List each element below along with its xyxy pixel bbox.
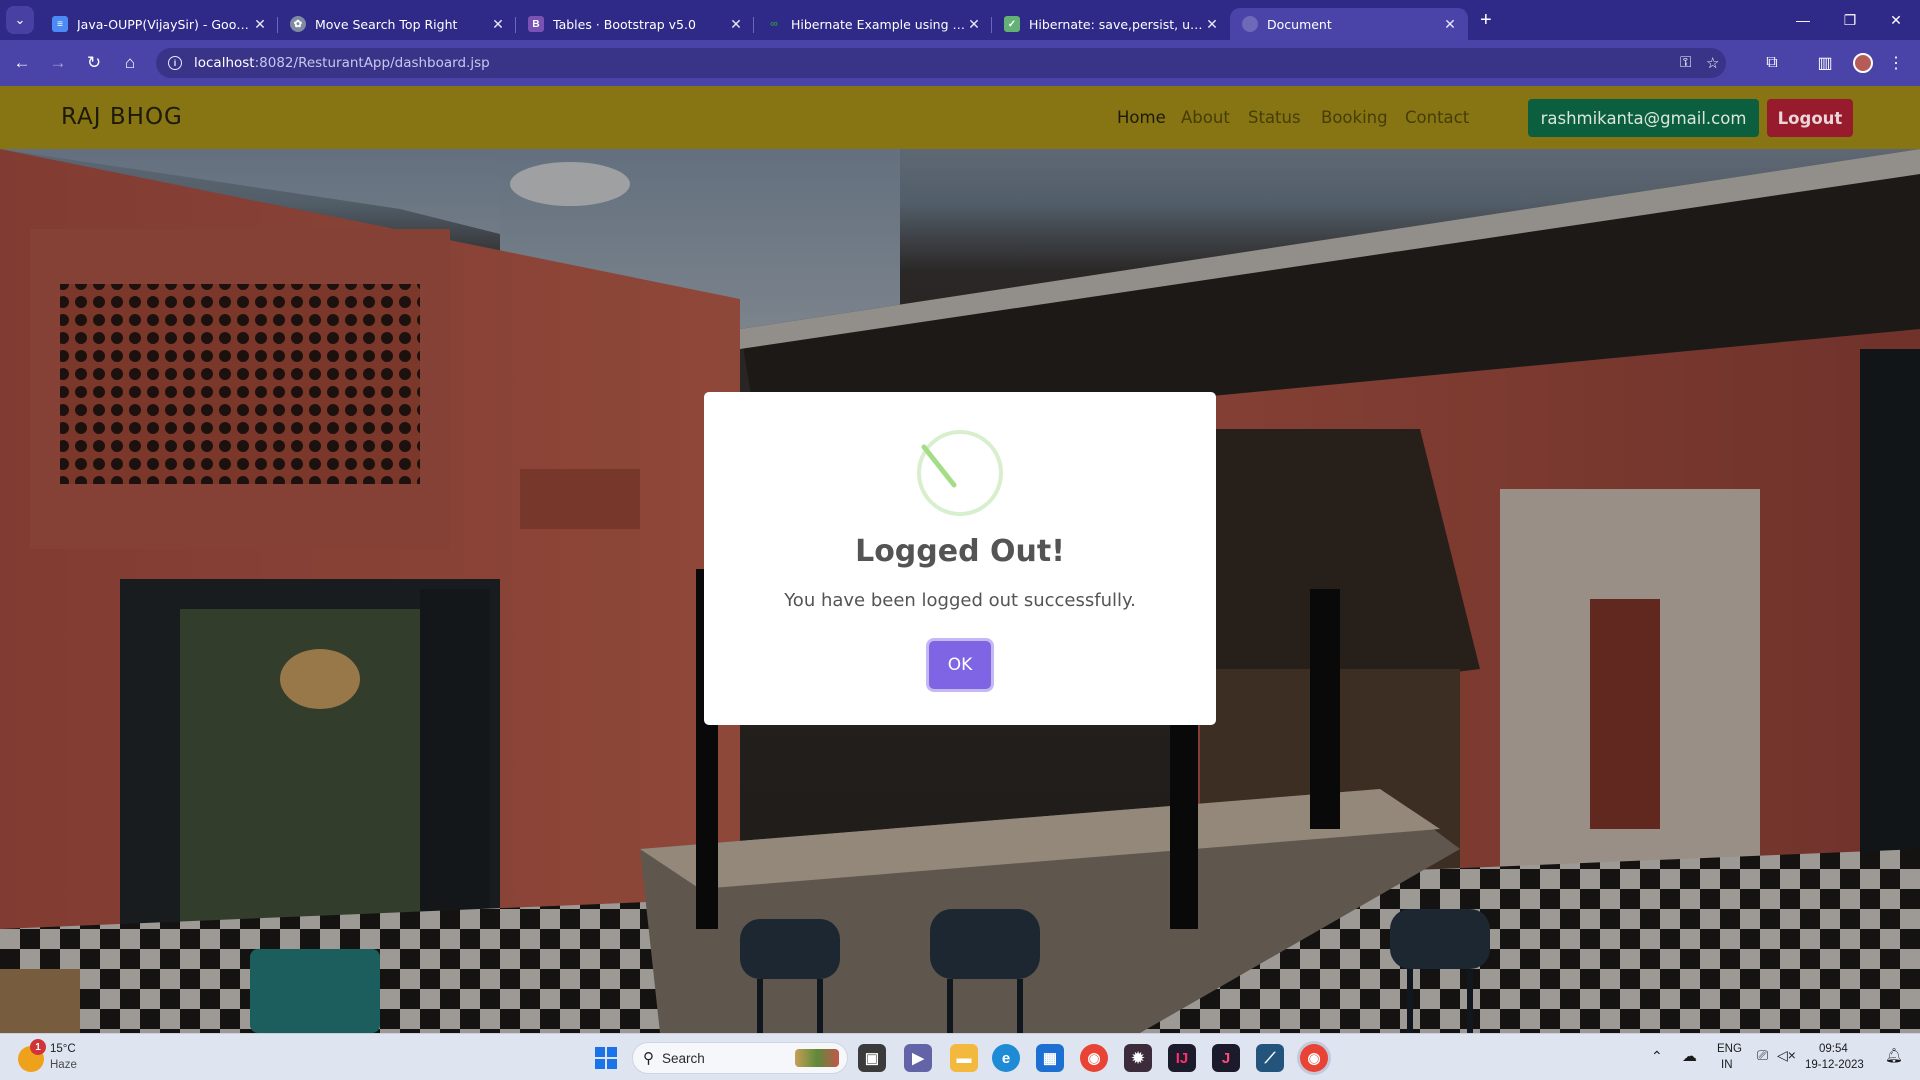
browser-tab-bar: ⌄ ≡ Java-OUPP(VijaySir) - Google D ✕ ✿ M… [0,0,1920,40]
google-docs-icon: ≡ [52,16,68,32]
menu-icon[interactable]: ⋮ [1883,50,1909,76]
weather-temperature[interactable]: 15°C [50,1043,76,1055]
browser-tab-active[interactable]: Document ✕ [1230,8,1468,40]
intellij-icon[interactable]: IJ [1168,1044,1196,1072]
tab-title: Java-OUPP(VijaySir) - Google D [77,16,252,32]
jetbrains-icon[interactable]: J [1212,1044,1240,1072]
search-highlight-icon [795,1049,839,1067]
task-view-icon[interactable]: ▣ [858,1044,886,1072]
tab-title: Document [1267,16,1332,32]
home-icon[interactable]: ⌂ [117,50,143,76]
windows-logo-icon [595,1047,617,1069]
url-text: localhost:8082/ResturantApp/dashboard.js… [194,55,490,71]
url-path: :8082/ResturantApp/dashboard.jsp [254,55,490,71]
chatgpt-icon: ✿ [290,16,306,32]
search-icon: ⚲ [643,1050,654,1067]
ok-button[interactable]: OK [929,641,991,689]
address-bar[interactable]: i localhost:8082/ResturantApp/dashboard.… [156,48,1726,78]
windows-start-icon[interactable] [592,1044,620,1072]
chrome-icon[interactable]: ◉ [1080,1044,1108,1072]
tab-title: Hibernate Example using JPA an [791,16,966,32]
close-window-icon[interactable]: ✕ [1873,0,1919,40]
globe-icon [1242,16,1258,32]
notification-bell-icon[interactable]: 🔔︎ [1885,1047,1903,1064]
dialog-title: Logged Out! [855,534,1065,569]
weather-description[interactable]: Haze [50,1059,77,1071]
web-page: RAJ BHOG Home About Status Booking Conta… [0,86,1920,1033]
onedrive-off-icon[interactable]: ☁ [1682,1047,1697,1065]
browser-tab[interactable]: B Tables · Bootstrap v5.0 ✕ [516,8,754,40]
baeldung-icon: ✓ [1004,16,1020,32]
dialog-message: You have been logged out successfully. [784,590,1136,611]
close-icon[interactable]: ✕ [966,16,982,33]
microsoft-store-icon[interactable]: ▦ [1036,1044,1064,1072]
profile-avatar[interactable] [1853,53,1873,73]
gfg-icon: ∞ [770,18,778,30]
mysql-workbench-icon[interactable]: ⟋ [1256,1044,1284,1072]
tab-title: Tables · Bootstrap v5.0 [553,16,696,32]
close-icon[interactable]: ✕ [1442,16,1458,33]
side-panel-icon[interactable]: ▥ [1812,50,1838,76]
edge-icon[interactable]: e [992,1044,1020,1072]
navbar-dim [0,86,1920,149]
tab-search-button[interactable]: ⌄ [6,6,34,34]
browser-tab[interactable]: ✿ Move Search Top Right ✕ [278,8,516,40]
speaker-muted-icon[interactable]: ◁× [1777,1047,1796,1064]
chevron-down-icon: ⌄ [14,12,26,27]
close-icon[interactable]: ✕ [490,16,506,33]
chrome-active-icon[interactable]: ◉ [1300,1044,1328,1072]
notification-badge: 1 [30,1039,46,1055]
back-arrow-icon[interactable]: ← [9,50,35,76]
close-icon[interactable]: ✕ [252,16,268,33]
app-icon[interactable]: ✹ [1124,1044,1152,1072]
teams-meet-icon[interactable]: ▶ [904,1044,932,1072]
minimize-icon[interactable]: — [1780,0,1826,40]
input-region[interactable]: IN [1721,1059,1733,1071]
taskbar-search-box[interactable]: ⚲ Search [632,1042,848,1074]
success-check-icon [917,430,1003,516]
file-explorer-icon[interactable]: ▬ [950,1044,978,1072]
tray-chevron-up-icon[interactable]: ⌃ [1651,1048,1663,1065]
browser-toolbar: ← → ↻ ⌂ i localhost:8082/ResturantApp/da… [0,40,1920,86]
url-host: localhost [194,55,255,71]
browser-tab[interactable]: ≡ Java-OUPP(VijaySir) - Google D ✕ [40,8,278,40]
tab-title: Move Search Top Right [315,16,458,32]
restore-icon[interactable]: ❐ [1827,0,1873,40]
site-info-icon[interactable]: i [168,56,182,70]
browser-tab[interactable]: ✓ Hibernate: save,persist, update, ✕ [992,8,1230,40]
extensions-icon[interactable]: ⧉ [1759,50,1785,76]
new-tab-button[interactable]: + [1480,9,1492,32]
browser-tab[interactable]: ∞ Hibernate Example using JPA an ✕ [754,8,992,40]
windows-taskbar: 1 15°C Haze ⚲ Search ▣ ▶ ▬ e ▦ ◉ ✹ IJ J … [0,1033,1920,1080]
clock-date[interactable]: 19-12-2023 [1805,1059,1864,1071]
close-icon[interactable]: ✕ [728,16,744,33]
input-language[interactable]: ENG [1717,1043,1742,1055]
bookmark-star-icon[interactable]: ☆ [1706,54,1719,72]
reload-icon[interactable]: ↻ [81,50,107,76]
forward-arrow-icon[interactable]: → [45,50,71,76]
taskbar-search-label: Search [662,1050,705,1066]
bootstrap-icon: B [528,16,544,32]
logout-dialog: Logged Out! You have been logged out suc… [704,392,1216,725]
close-icon[interactable]: ✕ [1204,16,1220,33]
network-icon[interactable]: ⎚ [1757,1047,1768,1064]
password-key-icon[interactable]: ⚿ [1680,54,1691,71]
clock-time[interactable]: 09:54 [1819,1043,1848,1055]
tab-title: Hibernate: save,persist, update, [1029,16,1204,32]
